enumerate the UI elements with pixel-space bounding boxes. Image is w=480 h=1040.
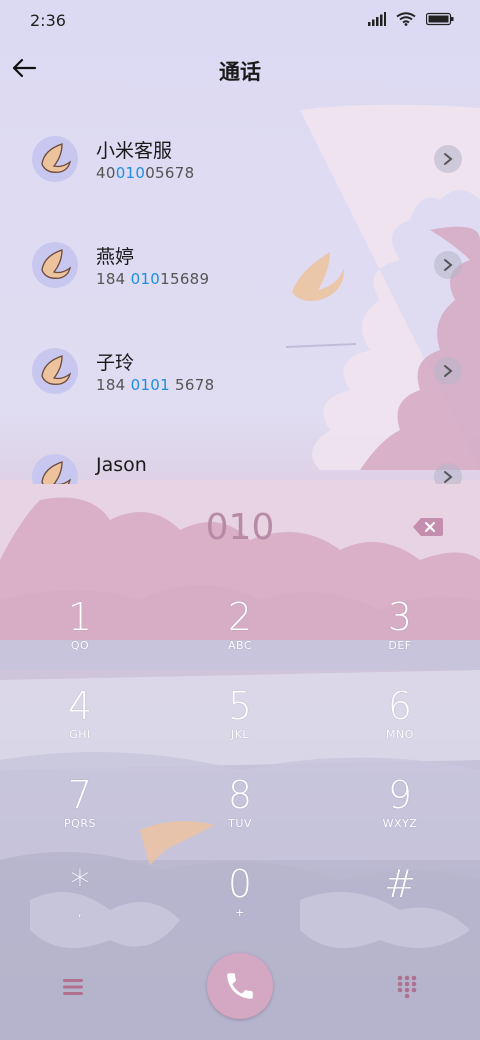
key-digit: 1 (67, 595, 93, 639)
contact-name: 子玲 (96, 352, 135, 374)
key-letters: GHI (69, 728, 91, 741)
status-bar: 2:36 (0, 0, 480, 40)
avatar (32, 348, 78, 394)
header: 通话 (0, 40, 480, 100)
key-4[interactable]: 4 GHI (25, 684, 135, 764)
moon-avatar-icon (41, 461, 72, 484)
dialpad-icon (397, 975, 417, 999)
key-digit: 5 (227, 684, 253, 728)
key-star[interactable]: *, (25, 862, 135, 942)
key-letters: , (78, 906, 82, 919)
key-2[interactable]: 2 ABC (185, 595, 295, 675)
dialpad-toggle-button[interactable] (392, 972, 422, 1002)
key-letters: TUV (228, 817, 252, 830)
avatar (32, 136, 78, 182)
number-prefix: 184 (96, 270, 131, 288)
key-letters: + (235, 906, 245, 919)
key-8[interactable]: 8 TUV (185, 773, 295, 853)
key-hash[interactable]: # (345, 862, 455, 942)
contact-item[interactable]: 小米客服 4001005678 (0, 112, 480, 218)
status-time: 2:36 (30, 11, 66, 30)
moon-avatar-icon (41, 143, 72, 173)
number-prefix: 40 (96, 164, 116, 182)
contact-detail-button[interactable] (434, 357, 462, 385)
key-1[interactable]: 1 QO (25, 595, 135, 675)
number-prefix: 184 (96, 376, 131, 394)
contact-suggestion-list[interactable]: 小米客服 4001005678 燕婷 184 01015689 子玲 184 0… (0, 112, 480, 484)
number-suffix: 5678 (169, 376, 215, 394)
phone-icon (227, 973, 253, 999)
backspace-icon (413, 518, 443, 536)
call-button[interactable] (207, 953, 273, 1019)
key-letters: ABC (227, 639, 253, 652)
key-5[interactable]: 5 JKL (185, 684, 295, 764)
chevron-right-icon (444, 153, 453, 165)
status-icons (368, 12, 454, 26)
contact-detail-button[interactable] (434, 463, 462, 484)
wifi-icon (396, 12, 416, 26)
avatar (32, 242, 78, 288)
key-9[interactable]: 9 WXYZ (345, 773, 455, 853)
avatar (32, 454, 78, 484)
key-6[interactable]: 6 MNO (345, 684, 455, 764)
key-letters: MNO (386, 728, 414, 741)
chevron-right-icon (444, 365, 453, 377)
key-digit: 3 (387, 595, 413, 639)
contact-item[interactable]: 子玲 184 0101 5678 (0, 324, 480, 430)
moon-avatar-icon (41, 249, 72, 279)
number-match: 0101 (130, 376, 170, 394)
number-match: 010 (130, 270, 161, 288)
key-3[interactable]: 3 DEF (345, 595, 455, 675)
backspace-button[interactable] (412, 515, 444, 539)
contact-name: 小米客服 (96, 140, 173, 162)
contact-detail-button[interactable] (434, 251, 462, 279)
number-suffix: 05678 (145, 164, 195, 182)
number-match: 010 (115, 164, 146, 182)
menu-icon (63, 979, 83, 995)
bottom-action-bar (0, 950, 480, 1030)
key-letters: QO (70, 639, 90, 652)
key-digit: 9 (387, 773, 413, 817)
dialed-number: 010 (205, 507, 275, 548)
key-digit: # (384, 862, 416, 906)
contact-name: 燕婷 (96, 246, 135, 268)
key-letters: DEF (388, 639, 412, 652)
contact-name: Jason (96, 454, 147, 476)
key-7[interactable]: 7 PQRS (25, 773, 135, 853)
moon-avatar-icon (41, 355, 72, 385)
chevron-right-icon (444, 471, 453, 483)
contact-detail-button[interactable] (434, 145, 462, 173)
key-letters: PQRS (64, 817, 96, 830)
key-digit: 2 (227, 595, 253, 639)
contact-number: 184 01015689 (96, 270, 209, 288)
battery-icon (426, 12, 454, 26)
key-digit: 0 (227, 862, 253, 906)
signal-icon (368, 12, 386, 26)
contact-number: 4001005678 (96, 164, 194, 182)
chevron-right-icon (444, 259, 453, 271)
contact-item[interactable]: Jason (0, 430, 480, 484)
contact-item[interactable]: 燕婷 184 01015689 (0, 218, 480, 324)
key-letters: JKL (230, 728, 250, 741)
key-digit: 6 (387, 684, 413, 728)
key-digit: 8 (227, 773, 253, 817)
key-digit: 7 (67, 773, 93, 817)
key-letters: WXYZ (382, 817, 418, 830)
key-0[interactable]: 0 + (185, 862, 295, 942)
dial-display: 010 (0, 505, 480, 555)
page-title: 通话 (219, 60, 261, 84)
menu-button[interactable] (58, 972, 88, 1002)
number-suffix: 15689 (160, 270, 210, 288)
key-digit: * (70, 862, 90, 906)
key-digit: 4 (67, 684, 93, 728)
contact-number: 184 0101 5678 (96, 376, 214, 394)
